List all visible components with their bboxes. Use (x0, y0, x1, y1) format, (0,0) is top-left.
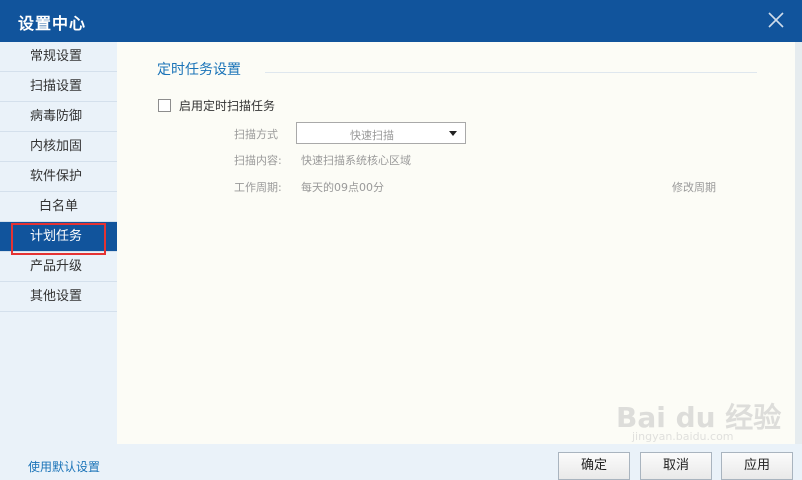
enable-scheduled-scan-label: 启用定时扫描任务 (179, 99, 276, 113)
sidebar-item-label: 内核加固 (30, 139, 83, 154)
sidebar-item-virus-defense[interactable]: 病毒防御 (0, 102, 117, 132)
sidebar-item-label: 其他设置 (30, 289, 83, 304)
ok-button[interactable]: 确定 (558, 452, 630, 480)
scan-content-label: 扫描内容: (234, 154, 282, 167)
sidebar-item-label: 病毒防御 (30, 109, 83, 124)
cancel-button[interactable]: 取消 (640, 452, 712, 480)
watermark-url: jingyan.baidu.com (632, 430, 734, 443)
sidebar: 常规设置 扫描设置 病毒防御 内核加固 软件保护 白名单 计划任务 产品升级 其… (0, 42, 125, 444)
sidebar-item-label: 产品升级 (30, 259, 83, 274)
footer: 使用默认设置 确定 取消 应用 (0, 444, 802, 480)
use-default-settings-link[interactable]: 使用默认设置 (28, 458, 100, 475)
chevron-down-icon (449, 131, 457, 136)
content-panel: 定时任务设置 启用定时扫描任务 扫描方式 快速扫描 扫描内容: 快速扫描系统核心… (117, 42, 795, 444)
scan-mode-label: 扫描方式 (234, 128, 278, 141)
sidebar-item-label: 常规设置 (30, 49, 83, 64)
sidebar-item-upgrade[interactable]: 产品升级 (0, 252, 117, 282)
sidebar-item-scheduled-tasks[interactable]: 计划任务 (0, 222, 125, 252)
sidebar-item-other[interactable]: 其他设置 (0, 282, 117, 312)
modify-cycle-link[interactable]: 修改周期 (672, 179, 716, 195)
enable-scheduled-scan-row: 启用定时扫描任务 (158, 97, 275, 114)
title-bar: 设置中心 (0, 0, 802, 42)
close-icon[interactable] (764, 8, 788, 32)
work-cycle-label: 工作周期: (234, 181, 282, 194)
scan-mode-value: 快速扫描 (350, 129, 394, 142)
sidebar-item-label: 白名单 (38, 199, 78, 214)
enable-scheduled-scan-checkbox[interactable] (158, 99, 171, 112)
sidebar-item-label: 计划任务 (30, 229, 83, 244)
sidebar-item-general[interactable]: 常规设置 (0, 42, 117, 72)
sidebar-item-whitelist[interactable]: 白名单 (0, 192, 117, 222)
scan-mode-select[interactable]: 快速扫描 (296, 122, 466, 144)
section-title: 定时任务设置 (157, 62, 241, 78)
sidebar-item-label: 扫描设置 (30, 79, 83, 94)
sidebar-item-kernel[interactable]: 内核加固 (0, 132, 117, 162)
scan-content-value: 快速扫描系统核心区域 (301, 154, 411, 167)
right-edge (795, 42, 802, 444)
sidebar-item-label: 软件保护 (30, 169, 83, 184)
work-cycle-value: 每天的09点00分 (301, 181, 384, 194)
window-title: 设置中心 (18, 14, 87, 33)
apply-button[interactable]: 应用 (721, 452, 793, 480)
sidebar-item-software-protect[interactable]: 软件保护 (0, 162, 117, 192)
section-divider (265, 72, 757, 73)
sidebar-item-scan[interactable]: 扫描设置 (0, 72, 117, 102)
